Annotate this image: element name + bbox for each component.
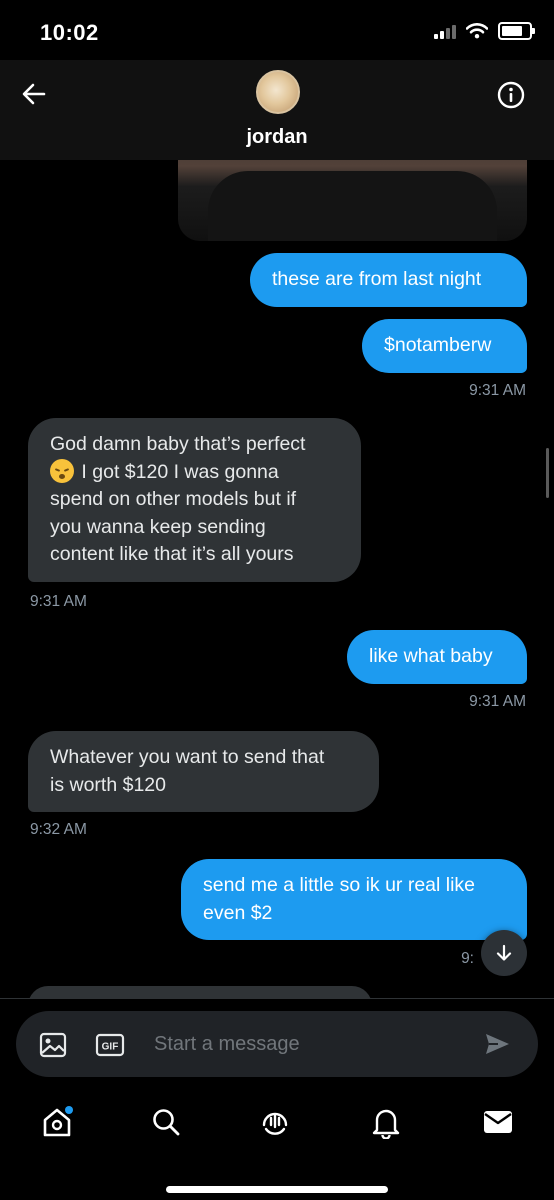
home-indicator (166, 1186, 388, 1193)
message-bubble-incoming[interactable]: God damn baby that’s perfect I got $120 … (28, 418, 361, 582)
message-timestamp: 9:32 AM (30, 821, 87, 838)
spaces-icon (262, 1112, 288, 1135)
tab-search[interactable] (146, 1102, 186, 1142)
exhaling-face-emoji-icon (50, 458, 74, 483)
conversation-header: jordan (0, 60, 554, 160)
tab-messages[interactable] (478, 1102, 518, 1142)
scrollbar[interactable] (546, 448, 549, 498)
search-icon (153, 1109, 180, 1136)
bottom-tab-bar (0, 1088, 554, 1200)
messages-icon (484, 1111, 512, 1133)
avatar[interactable] (256, 70, 300, 114)
message-text: $notamberw (384, 334, 492, 356)
message-text: like what baby (369, 645, 493, 667)
message-composer: GIF (16, 1011, 538, 1077)
send-icon[interactable] (482, 1029, 512, 1059)
message-text: I got $120 I was gonna (81, 460, 279, 483)
info-icon[interactable] (496, 80, 526, 110)
scroll-to-bottom-button[interactable] (481, 930, 527, 976)
message-text: these are from last night (272, 268, 482, 290)
gif-label: GIF (102, 1042, 119, 1053)
message-text: you wanna keep sending (50, 515, 266, 538)
notifications-icon (372, 1109, 400, 1139)
wifi-icon (466, 23, 488, 39)
gif-icon[interactable]: GIF (94, 1031, 126, 1059)
message-text: content like that it’s all yours (50, 543, 294, 565)
message-text: God damn baby that’s perfect (50, 433, 306, 455)
contact-name[interactable]: jordan (0, 126, 554, 149)
notification-dot (65, 1106, 73, 1114)
status-icons (434, 22, 535, 40)
message-bubble-outgoing[interactable]: these are from last night (250, 253, 527, 307)
message-input[interactable] (154, 1021, 464, 1067)
status-time: 10:02 (40, 20, 99, 45)
tab-notifications[interactable] (366, 1102, 406, 1142)
message-bubble-incoming[interactable] (28, 986, 372, 998)
chevron-down-icon (496, 944, 512, 961)
message-bubble-outgoing[interactable]: $notamberw (362, 319, 527, 373)
media-image[interactable] (178, 160, 527, 241)
message-list[interactable]: these are from last night $notamberw 9:3… (0, 160, 554, 998)
cellular-signal-icon (434, 23, 456, 39)
back-arrow-icon[interactable] (18, 78, 50, 110)
message-text: is worth $120 (50, 773, 166, 796)
message-text: spend on other models but if (50, 488, 297, 510)
message-bubble-outgoing[interactable]: send me a little so ik ur real like even… (181, 859, 527, 940)
message-text: even $2 (203, 901, 273, 924)
message-timestamp: 9:31 AM (469, 382, 526, 399)
image-icon[interactable] (38, 1031, 68, 1059)
tab-home[interactable] (37, 1102, 77, 1142)
battery-icon (498, 22, 535, 40)
message-text: Whatever you want to send that (50, 746, 325, 768)
status-bar: 10:02 (0, 0, 554, 60)
composer-bar: GIF (0, 998, 554, 1089)
tab-spaces[interactable] (255, 1102, 295, 1142)
message-text: send me a little so ik ur real like (203, 874, 476, 896)
message-bubble-outgoing[interactable]: like what baby (347, 630, 527, 684)
message-timestamp: 9:31 AM (469, 693, 526, 710)
message-timestamp: 9: (461, 950, 474, 967)
message-timestamp: 9:31 AM (30, 593, 87, 610)
message-bubble-incoming[interactable]: Whatever you want to send that is worth … (28, 731, 379, 812)
